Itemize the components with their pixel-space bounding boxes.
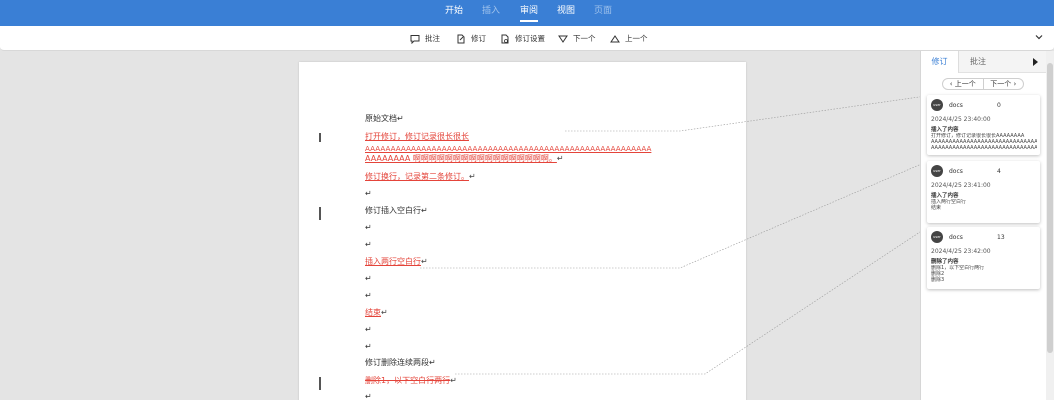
triangle-right-icon[interactable] bbox=[1032, 58, 1039, 66]
comment-icon bbox=[410, 34, 420, 44]
menu-review[interactable]: 审阅 bbox=[520, 0, 539, 26]
scrollbar[interactable] bbox=[1046, 51, 1054, 400]
avatar: user bbox=[931, 165, 943, 177]
avatar: user bbox=[931, 231, 943, 243]
triangle-down-icon bbox=[558, 35, 568, 43]
revision-card[interactable]: user docs 4 2024/4/25 23:41:00 插入了内容 插入两… bbox=[927, 161, 1040, 223]
inserted-text: 插入两行空白行 bbox=[365, 257, 421, 266]
menu-insert[interactable]: 插入 bbox=[482, 0, 500, 26]
doc-line-insert-1[interactable]: 打开修订，修订记录很长很长 bbox=[365, 132, 469, 142]
doc-line-insert-6[interactable]: 结束↵ bbox=[365, 308, 388, 318]
panel-prev-label: 上一个 bbox=[954, 80, 976, 88]
card-body: 删除1，以下空白行两行 删除2 删除3 bbox=[931, 265, 1037, 283]
card-time: 2024/4/25 23:40:00 bbox=[931, 116, 991, 123]
panel-navigation: ‹ 上一个 下一个 › bbox=[942, 78, 1024, 90]
doc-line-empty[interactable]: ↵ bbox=[365, 223, 372, 233]
chevron-down-icon[interactable] bbox=[1034, 32, 1044, 42]
chevron-right-icon: › bbox=[1011, 80, 1017, 88]
revision-bar bbox=[319, 133, 321, 142]
top-menu-bar: 开始 插入 审阅 视图 页面 bbox=[0, 0, 1054, 26]
doc-line-insert-5[interactable]: 插入两行空白行↵ bbox=[365, 257, 428, 267]
revision-bar bbox=[319, 207, 321, 220]
inserted-text: AAAAAAAA 啊啊啊啊啊啊啊啊啊啊啊啊啊啊啊啊啊。 bbox=[365, 154, 557, 163]
doc-line-insert-3[interactable]: AAAAAAAA 啊啊啊啊啊啊啊啊啊啊啊啊啊啊啊啊啊。↵ bbox=[365, 154, 564, 164]
panel-prev-button[interactable]: ‹ 上一个 bbox=[943, 79, 984, 89]
doc-line-insert-blank[interactable]: 修订插入空白行↵ bbox=[365, 206, 428, 216]
revise-button-label: 修订 bbox=[471, 34, 486, 43]
doc-line-insert-4[interactable]: 修订换行，记录第二条修订。↵ bbox=[365, 172, 476, 182]
card-user: docs bbox=[949, 234, 963, 241]
inserted-text: AAAAAAAAAAAAAAAAAAAAAAAAAAAAAAAAAAAAAAAA… bbox=[365, 144, 652, 153]
return-mark: ↵ bbox=[381, 308, 388, 317]
doc-line-empty[interactable]: ↵ bbox=[365, 342, 372, 352]
card-time: 2024/4/25 23:41:00 bbox=[931, 182, 991, 189]
return-mark: ↵ bbox=[450, 376, 457, 385]
inserted-text: 修订换行，记录第二条修订。 bbox=[365, 172, 469, 181]
review-toolbar: 批注 修订 修订设置 下一个 上一个 bbox=[0, 26, 1054, 51]
revise-settings-icon bbox=[501, 34, 509, 43]
card-body-line: 结束 bbox=[931, 205, 942, 211]
comment-button-label: 批注 bbox=[425, 34, 440, 43]
scrollbar-thumb[interactable] bbox=[1047, 63, 1053, 353]
return-mark: ↵ bbox=[421, 257, 428, 266]
next-revision-label: 下一个 bbox=[573, 34, 596, 43]
doc-line-insert-2[interactable]: AAAAAAAAAAAAAAAAAAAAAAAAAAAAAAAAAAAAAAAA… bbox=[365, 144, 651, 154]
comment-button[interactable]: 批注 bbox=[410, 26, 440, 51]
card-body: 插入两行空白行 结束 bbox=[931, 199, 1037, 211]
doc-line-empty[interactable]: ↵ bbox=[365, 189, 372, 199]
doc-line-delete-heading[interactable]: 修订删除连续两段↵ bbox=[365, 358, 436, 368]
revise-icon bbox=[457, 34, 465, 43]
revision-card[interactable]: user docs 13 2024/4/25 23:42:00 删除了内容 删除… bbox=[927, 227, 1040, 289]
revision-bar bbox=[319, 377, 321, 390]
doc-line-empty[interactable]: ↵ bbox=[365, 392, 372, 400]
menu-start[interactable]: 开始 bbox=[445, 0, 463, 26]
document-area bbox=[0, 51, 920, 400]
doc-line-empty[interactable]: ↵ bbox=[365, 240, 372, 250]
card-type: 删除了内容 bbox=[931, 259, 959, 265]
triangle-up-icon bbox=[610, 34, 620, 42]
card-body: 打开修订，修订记录很长很长AAAAAAAA AAAAAAAAAAAAAAAAAA… bbox=[931, 133, 1037, 151]
revision-card[interactable]: user docs 0 2024/4/25 23:40:00 插入了内容 打开修… bbox=[927, 95, 1040, 155]
doc-line-original[interactable]: 原始文档↵ bbox=[365, 114, 404, 124]
tab-revisions[interactable]: 修订 bbox=[921, 51, 959, 73]
return-mark: ↵ bbox=[556, 154, 564, 163]
revise-settings-button[interactable]: 修订设置 bbox=[500, 26, 545, 51]
card-user: docs bbox=[949, 102, 963, 109]
return-mark: ↵ bbox=[469, 172, 476, 181]
card-number: 13 bbox=[997, 234, 1005, 241]
card-type: 插入了内容 bbox=[931, 127, 959, 133]
card-number: 4 bbox=[997, 168, 1001, 175]
doc-line-empty[interactable]: ↵ bbox=[365, 274, 372, 284]
menu-page[interactable]: 页面 bbox=[594, 0, 612, 26]
card-number: 0 bbox=[997, 102, 1001, 109]
doc-line-deleted[interactable]: 删除1，以下空白行两行↵ bbox=[365, 376, 457, 386]
doc-line-empty[interactable]: ↵ bbox=[365, 291, 372, 301]
card-body-line: AAAAAAAAAAAAAAAAAAAAAAAAAAAAAAAAAA bbox=[931, 145, 1037, 151]
card-user: docs bbox=[949, 168, 963, 175]
menu-view[interactable]: 视图 bbox=[557, 0, 575, 26]
inserted-text: 打开修订，修订记录很长很长 bbox=[365, 132, 469, 141]
panel-next-label: 下一个 bbox=[990, 80, 1012, 88]
revision-panel: 修订 批注 ‹ 上一个 下一个 › user docs 0 2024/4/25 … bbox=[920, 51, 1047, 400]
tab-comments[interactable]: 批注 bbox=[959, 51, 997, 73]
revise-button[interactable]: 修订 bbox=[456, 26, 486, 51]
prev-revision-label: 上一个 bbox=[625, 34, 648, 43]
deleted-text: 删除1，以下空白行两行 bbox=[365, 376, 451, 385]
card-time: 2024/4/25 23:42:00 bbox=[931, 248, 991, 255]
card-type: 插入了内容 bbox=[931, 193, 959, 199]
inserted-text: 结束 bbox=[365, 308, 381, 317]
revise-settings-label: 修订设置 bbox=[515, 34, 545, 43]
next-revision-button[interactable]: 下一个 bbox=[558, 26, 596, 51]
avatar: user bbox=[931, 99, 943, 111]
doc-line-empty[interactable]: ↵ bbox=[365, 325, 372, 335]
card-body-line: 删除3 bbox=[931, 277, 945, 283]
prev-revision-button[interactable]: 上一个 bbox=[610, 26, 648, 51]
panel-next-button[interactable]: 下一个 › bbox=[984, 79, 1024, 89]
